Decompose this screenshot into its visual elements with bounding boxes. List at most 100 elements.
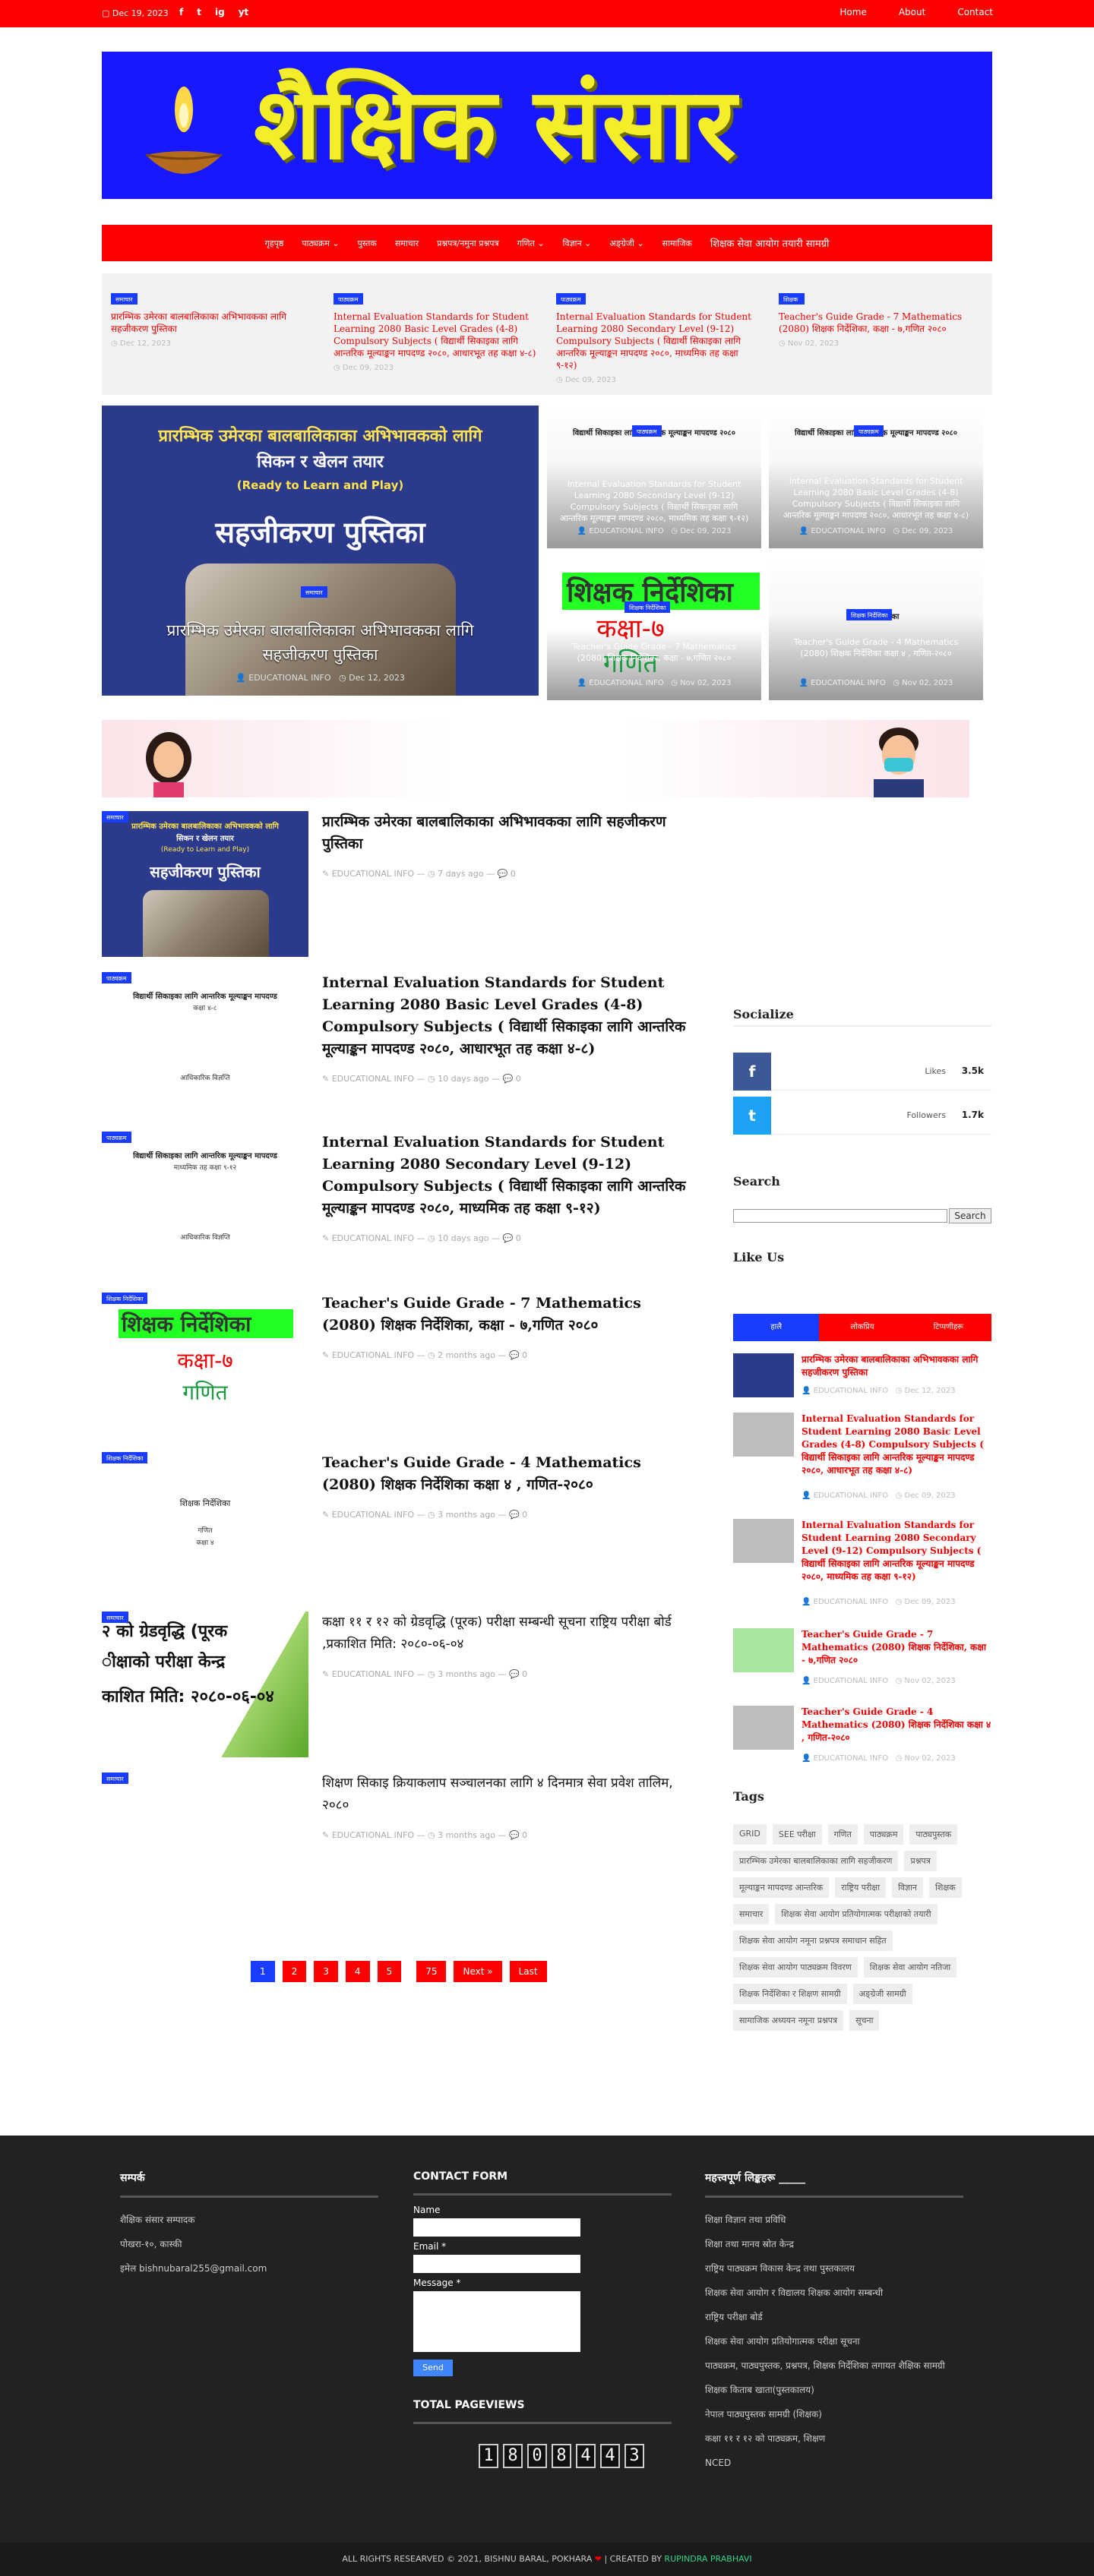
- ticker-item[interactable]: समाचार प्रारम्भिक उमेरका बालबालिकाका अभि…: [102, 273, 324, 395]
- tag[interactable]: सूचना: [849, 2010, 880, 2031]
- post-thumbnail[interactable]: शिक्षक निर्देशिका शिक्षक निर्देशिका गणित…: [102, 1452, 308, 1598]
- nav-item-science[interactable]: विज्ञान ⌄: [554, 238, 601, 249]
- post-author[interactable]: EDUCATIONAL INFO: [332, 1350, 414, 1360]
- comment-count[interactable]: 0: [511, 869, 516, 879]
- comment-count[interactable]: 0: [522, 1830, 527, 1840]
- tab-popular[interactable]: लोकप्रिय: [819, 1314, 906, 1341]
- category-badge[interactable]: समाचार: [102, 811, 128, 822]
- post-title[interactable]: प्रारम्भिक उमेरका बालबालिकाका अभिभावकका …: [322, 811, 697, 855]
- post-thumbnail[interactable]: शिक्षक निर्देशिका शिक्षक निर्देशिका कक्ष…: [102, 1293, 308, 1438]
- category-badge[interactable]: पाठ्यक्रम: [102, 1132, 131, 1143]
- post-author[interactable]: EDUCATIONAL INFO: [814, 1754, 888, 1763]
- comment-count[interactable]: 0: [516, 1233, 521, 1243]
- featured-post-small[interactable]: शिक्षक निर्देशिका शिक्षक निर्देशिका Teac…: [769, 557, 983, 700]
- comment-count[interactable]: 0: [522, 1510, 527, 1520]
- post-author[interactable]: EDUCATIONAL INFO: [589, 679, 663, 687]
- recent-title[interactable]: Teacher's Guide Grade - 7 Mathematics (2…: [802, 1628, 991, 1667]
- category-badge[interactable]: पाठ्यक्रम: [854, 425, 884, 437]
- post-card[interactable]: पाठ्यक्रम विद्यार्थी सिकाइका लागि आन्तरि…: [102, 1132, 697, 1277]
- nav-item-books[interactable]: पुस्तक: [349, 238, 386, 249]
- page-75[interactable]: 75: [416, 1961, 447, 1982]
- featured-post-small[interactable]: विद्यार्थी सिकाइका लागि आन्तरिक मूल्याङ्…: [769, 406, 983, 548]
- ticker-item[interactable]: पाठ्यक्रम Internal Evaluation Standards …: [547, 273, 770, 395]
- tag[interactable]: पाठ्यपुस्तक: [909, 1824, 958, 1845]
- recent-post[interactable]: Teacher's Guide Grade - 4 Mathematics (2…: [733, 1706, 991, 1797]
- post-card[interactable]: समाचार प्रारम्भिक उमेरका बालबालिकाका अभि…: [102, 811, 697, 957]
- category-badge[interactable]: शिक्षक निर्देशिका: [102, 1452, 148, 1463]
- post-thumbnail[interactable]: पाठ्यक्रम विद्यार्थी सिकाइका लागि आन्तरि…: [102, 1132, 308, 1277]
- category-badge[interactable]: शिक्षक निर्देशिका: [102, 1293, 148, 1304]
- footer-link[interactable]: पाठ्यक्रम, पाठ्यपुस्तक, प्रश्नपत्र, शिक्…: [705, 2360, 963, 2371]
- post-author[interactable]: EDUCATIONAL INFO: [811, 679, 885, 687]
- footer-link[interactable]: नेपाल पाठ्यपुस्तक सामग्री (शिक्षक): [705, 2409, 963, 2420]
- footer-link[interactable]: राष्ट्रिय परीक्षा बोर्ड: [705, 2312, 963, 2322]
- page-next[interactable]: Next »: [454, 1961, 502, 1982]
- footer-link[interactable]: शिक्षक सेवा आयोग र विद्यालय शिक्षक आयोग …: [705, 2287, 963, 2298]
- category-badge[interactable]: पाठ्यक्रम: [102, 972, 131, 983]
- post-title[interactable]: Teacher's Guide Grade - 4 Mathematics (2…: [322, 1452, 697, 1496]
- menu-about[interactable]: About: [899, 7, 925, 17]
- creator-link[interactable]: RUPINDRA PRABHAVI: [664, 2554, 751, 2564]
- tag[interactable]: शिक्षक सेवा आयोग पाठ्यक्रम विवरण: [733, 1957, 858, 1978]
- tag[interactable]: राष्ट्रिय परीक्षा: [835, 1877, 887, 1898]
- email-field[interactable]: [413, 2255, 580, 2273]
- post-author[interactable]: EDUCATIONAL INFO: [248, 673, 330, 683]
- tag[interactable]: शिक्षक सेवा आयोग प्रतियोगात्मक परीक्षाको…: [775, 1904, 937, 1924]
- tag[interactable]: पाठ्यक्रम: [863, 1824, 904, 1845]
- nav-item-social[interactable]: सामाजिक: [653, 238, 701, 249]
- featured-post-main[interactable]: प्रारम्भिक उमेरका बालबालिकाका अभिभावकको …: [102, 406, 539, 696]
- ticker-title[interactable]: Internal Evaluation Standards for Studen…: [334, 311, 538, 359]
- facebook-icon[interactable]: f: [179, 7, 183, 17]
- ticker-title[interactable]: प्रारम्भिक उमेरका बालबालिकाका अभिभावकका …: [111, 311, 315, 335]
- twitter-icon[interactable]: t: [197, 7, 201, 17]
- ad-banner[interactable]: [102, 720, 969, 797]
- category-badge[interactable]: पाठ्यक्रम: [632, 425, 662, 437]
- page-2[interactable]: 2: [282, 1961, 307, 1982]
- twitter-followers[interactable]: t Followers 1.7k: [733, 1097, 991, 1135]
- footer-link[interactable]: शिक्षक सेवा आयोग प्रतियोगात्मक परीक्षा स…: [705, 2336, 963, 2347]
- name-field[interactable]: [413, 2218, 580, 2237]
- tag[interactable]: शिक्षक सेवा आयोग नतिजा: [863, 1957, 957, 1978]
- post-author[interactable]: EDUCATIONAL INFO: [814, 1677, 888, 1685]
- recent-thumb[interactable]: [733, 1353, 794, 1397]
- post-title[interactable]: कक्षा ११ र १२ को ग्रेडवृद्धि (पूरक) परीक…: [322, 1612, 697, 1656]
- post-author[interactable]: EDUCATIONAL INFO: [814, 1598, 888, 1606]
- footer-link[interactable]: राष्ट्रिय पाठ्यक्रम विकास केन्द्र तथा पु…: [705, 2263, 963, 2274]
- facebook-likes[interactable]: f Likes 3.5k: [733, 1053, 991, 1091]
- recent-thumb[interactable]: [733, 1628, 794, 1672]
- recent-title[interactable]: प्रारम्भिक उमेरका बालबालिकाका अभिभावकका …: [802, 1353, 991, 1379]
- comment-count[interactable]: 0: [522, 1669, 527, 1679]
- post-title[interactable]: Internal Evaluation Standards for Studen…: [322, 1132, 697, 1220]
- post-author[interactable]: EDUCATIONAL INFO: [814, 1387, 888, 1395]
- footer-link[interactable]: शिक्षा तथा मानव स्रोत केन्द्र: [705, 2239, 963, 2249]
- nav-item-tsc-prep[interactable]: शिक्षक सेवा आयोग तयारी सामग्री: [701, 236, 839, 250]
- tag[interactable]: SEE परीक्षा: [772, 1824, 822, 1845]
- recent-post[interactable]: Internal Evaluation Standards for Studen…: [733, 1413, 991, 1504]
- comment-count[interactable]: 0: [522, 1350, 527, 1360]
- tab-recent[interactable]: हालै: [733, 1314, 820, 1341]
- tag[interactable]: शिक्षक: [929, 1877, 962, 1898]
- recent-title[interactable]: Teacher's Guide Grade - 4 Mathematics (2…: [802, 1706, 991, 1744]
- nav-item-question-papers[interactable]: प्रश्नपत्र/नमुना प्रश्नपत्र: [428, 238, 508, 249]
- post-card[interactable]: पाठ्यक्रम विद्यार्थी सिकाइका लागि आन्तरि…: [102, 972, 697, 1118]
- featured-post-small[interactable]: शिक्षक निर्देशिका कक्षा-७ गणित शिक्षक नि…: [547, 557, 761, 700]
- featured-title[interactable]: Teacher's Guide Grade - 7 Mathematics (2…: [558, 641, 751, 664]
- tag[interactable]: शिक्षक निर्देशिका र शिक्षण सामग्री: [733, 1984, 847, 2004]
- category-badge[interactable]: शिक्षक निर्देशिका: [846, 609, 893, 620]
- post-author[interactable]: EDUCATIONAL INFO: [332, 1233, 414, 1243]
- post-author[interactable]: EDUCATIONAL INFO: [332, 1669, 414, 1679]
- recent-thumb[interactable]: [733, 1413, 794, 1457]
- category-badge[interactable]: समाचार: [102, 1612, 128, 1623]
- category-badge[interactable]: समाचार: [102, 1773, 128, 1784]
- nav-item-english[interactable]: अङ्ग्रेजी ⌄: [600, 238, 653, 249]
- featured-post-small[interactable]: विद्यार्थी सिकाइका लागि आन्तरिक मूल्याङ्…: [547, 406, 761, 548]
- ticker-title[interactable]: Teacher's Guide Grade - 7 Mathematics (2…: [779, 311, 983, 335]
- page-3[interactable]: 3: [314, 1961, 338, 1982]
- post-author[interactable]: EDUCATIONAL INFO: [811, 527, 885, 535]
- category-badge[interactable]: शिक्षक निर्देशिका: [624, 601, 671, 613]
- nav-item-curriculum[interactable]: पाठ्यक्रम ⌄: [292, 238, 348, 249]
- nav-item-news[interactable]: समाचार: [386, 238, 428, 249]
- instagram-icon[interactable]: ig: [215, 7, 225, 17]
- post-title[interactable]: Internal Evaluation Standards for Studen…: [322, 972, 697, 1060]
- search-input[interactable]: [733, 1209, 947, 1223]
